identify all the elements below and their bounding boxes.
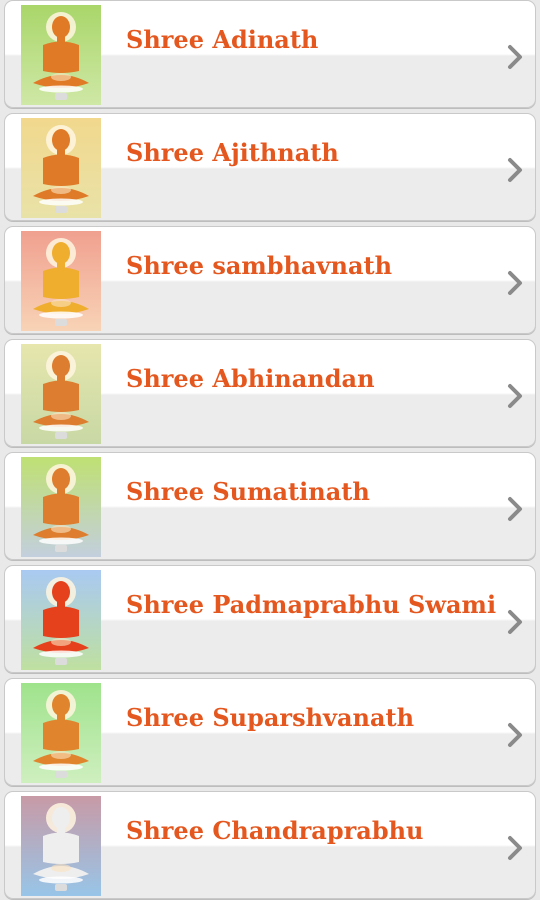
list-item[interactable]: Shree Abhinandan [4,339,536,447]
item-label: Shree Sumatinath [126,477,370,506]
tirthankar-idol-icon [21,231,101,331]
chevron-right-icon [501,41,529,73]
item-label: Shree Abhinandan [126,364,375,393]
list-item[interactable]: Shree Suparshvanath [4,678,536,786]
chevron-right-icon [501,832,529,864]
list-item[interactable]: Shree Padmaprabhu Swami [4,565,536,673]
chevron-right-icon [501,154,529,186]
tirthankar-idol-icon [21,796,101,896]
tirthankar-idol-icon [21,344,101,444]
item-label: Shree Padmaprabhu Swami [126,590,497,619]
chevron-right-icon [501,267,529,299]
tirthankar-idol-icon [21,683,101,783]
tirthankar-idol-icon [21,5,101,105]
list-item[interactable]: Shree Ajithnath [4,113,536,221]
item-label: Shree Adinath [126,25,319,54]
chevron-right-icon [501,380,529,412]
list-item[interactable]: Shree Adinath [4,0,536,108]
item-label: Shree Chandraprabhu [126,816,424,845]
item-label: Shree Ajithnath [126,138,339,167]
item-label: Shree Suparshvanath [126,703,415,732]
tirthankar-list: Shree Adinath Shree Ajithnath Shree samb… [0,0,540,900]
list-item[interactable]: Shree Sumatinath [4,452,536,560]
item-label: Shree sambhavnath [126,251,393,280]
list-item[interactable]: Shree sambhavnath [4,226,536,334]
tirthankar-idol-icon [21,457,101,557]
chevron-right-icon [501,719,529,751]
tirthankar-idol-icon [21,118,101,218]
tirthankar-idol-icon [21,570,101,670]
chevron-right-icon [501,606,529,638]
list-item[interactable]: Shree Chandraprabhu [4,791,536,899]
chevron-right-icon [501,493,529,525]
